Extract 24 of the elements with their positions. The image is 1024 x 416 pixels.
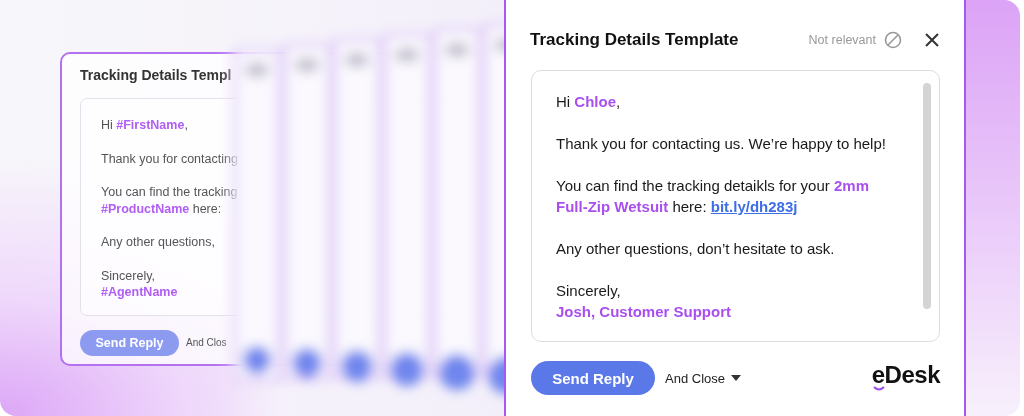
send-reply-button[interactable]: Send Reply (80, 330, 179, 356)
message-paragraph: Hi Chloe, (556, 92, 622, 112)
send-reply-button[interactable]: Send Reply (531, 361, 655, 395)
message-paragraph: Sincerely, #AgentName (101, 267, 178, 301)
and-close-option[interactable]: And Clos (186, 337, 227, 348)
message-paragraph: Thank you for contacting us. We’re happy to help! (556, 134, 887, 154)
smile-icon (872, 386, 885, 391)
not-relevant-label: Not relevant (808, 33, 876, 47)
tracking-link[interactable]: bit.ly/dh283j (710, 198, 798, 215)
message-paragraph: You can find the tracking detaikls for your 2mm Full-Zip Wetsuit here: bit.ly/dh283j (556, 176, 870, 217)
message-paragraph: Thank you for contacting (101, 150, 238, 167)
not-allowed-icon[interactable] (884, 31, 902, 49)
scrollbar[interactable] (923, 83, 931, 309)
caret-icon (731, 375, 741, 381)
card-title: Tracking Details Templ (80, 67, 232, 83)
message-paragraph: Sincerely, Josh, Customer Support (556, 281, 732, 322)
message-paragraph: You can find the tracking #ProductName here: (101, 184, 238, 217)
logo-text: eDesk (871, 365, 940, 385)
message-paragraph: Any other questions, don’t hesitate to ask. (556, 239, 836, 259)
close-icon[interactable] (924, 32, 940, 48)
and-close-dropdown[interactable]: And Close (665, 370, 741, 386)
panel-title: Tracking Details Template (530, 30, 740, 50)
message-paragraph: Any other questions, (101, 234, 215, 251)
message-paragraph: Hi #FirstName, (101, 117, 188, 134)
